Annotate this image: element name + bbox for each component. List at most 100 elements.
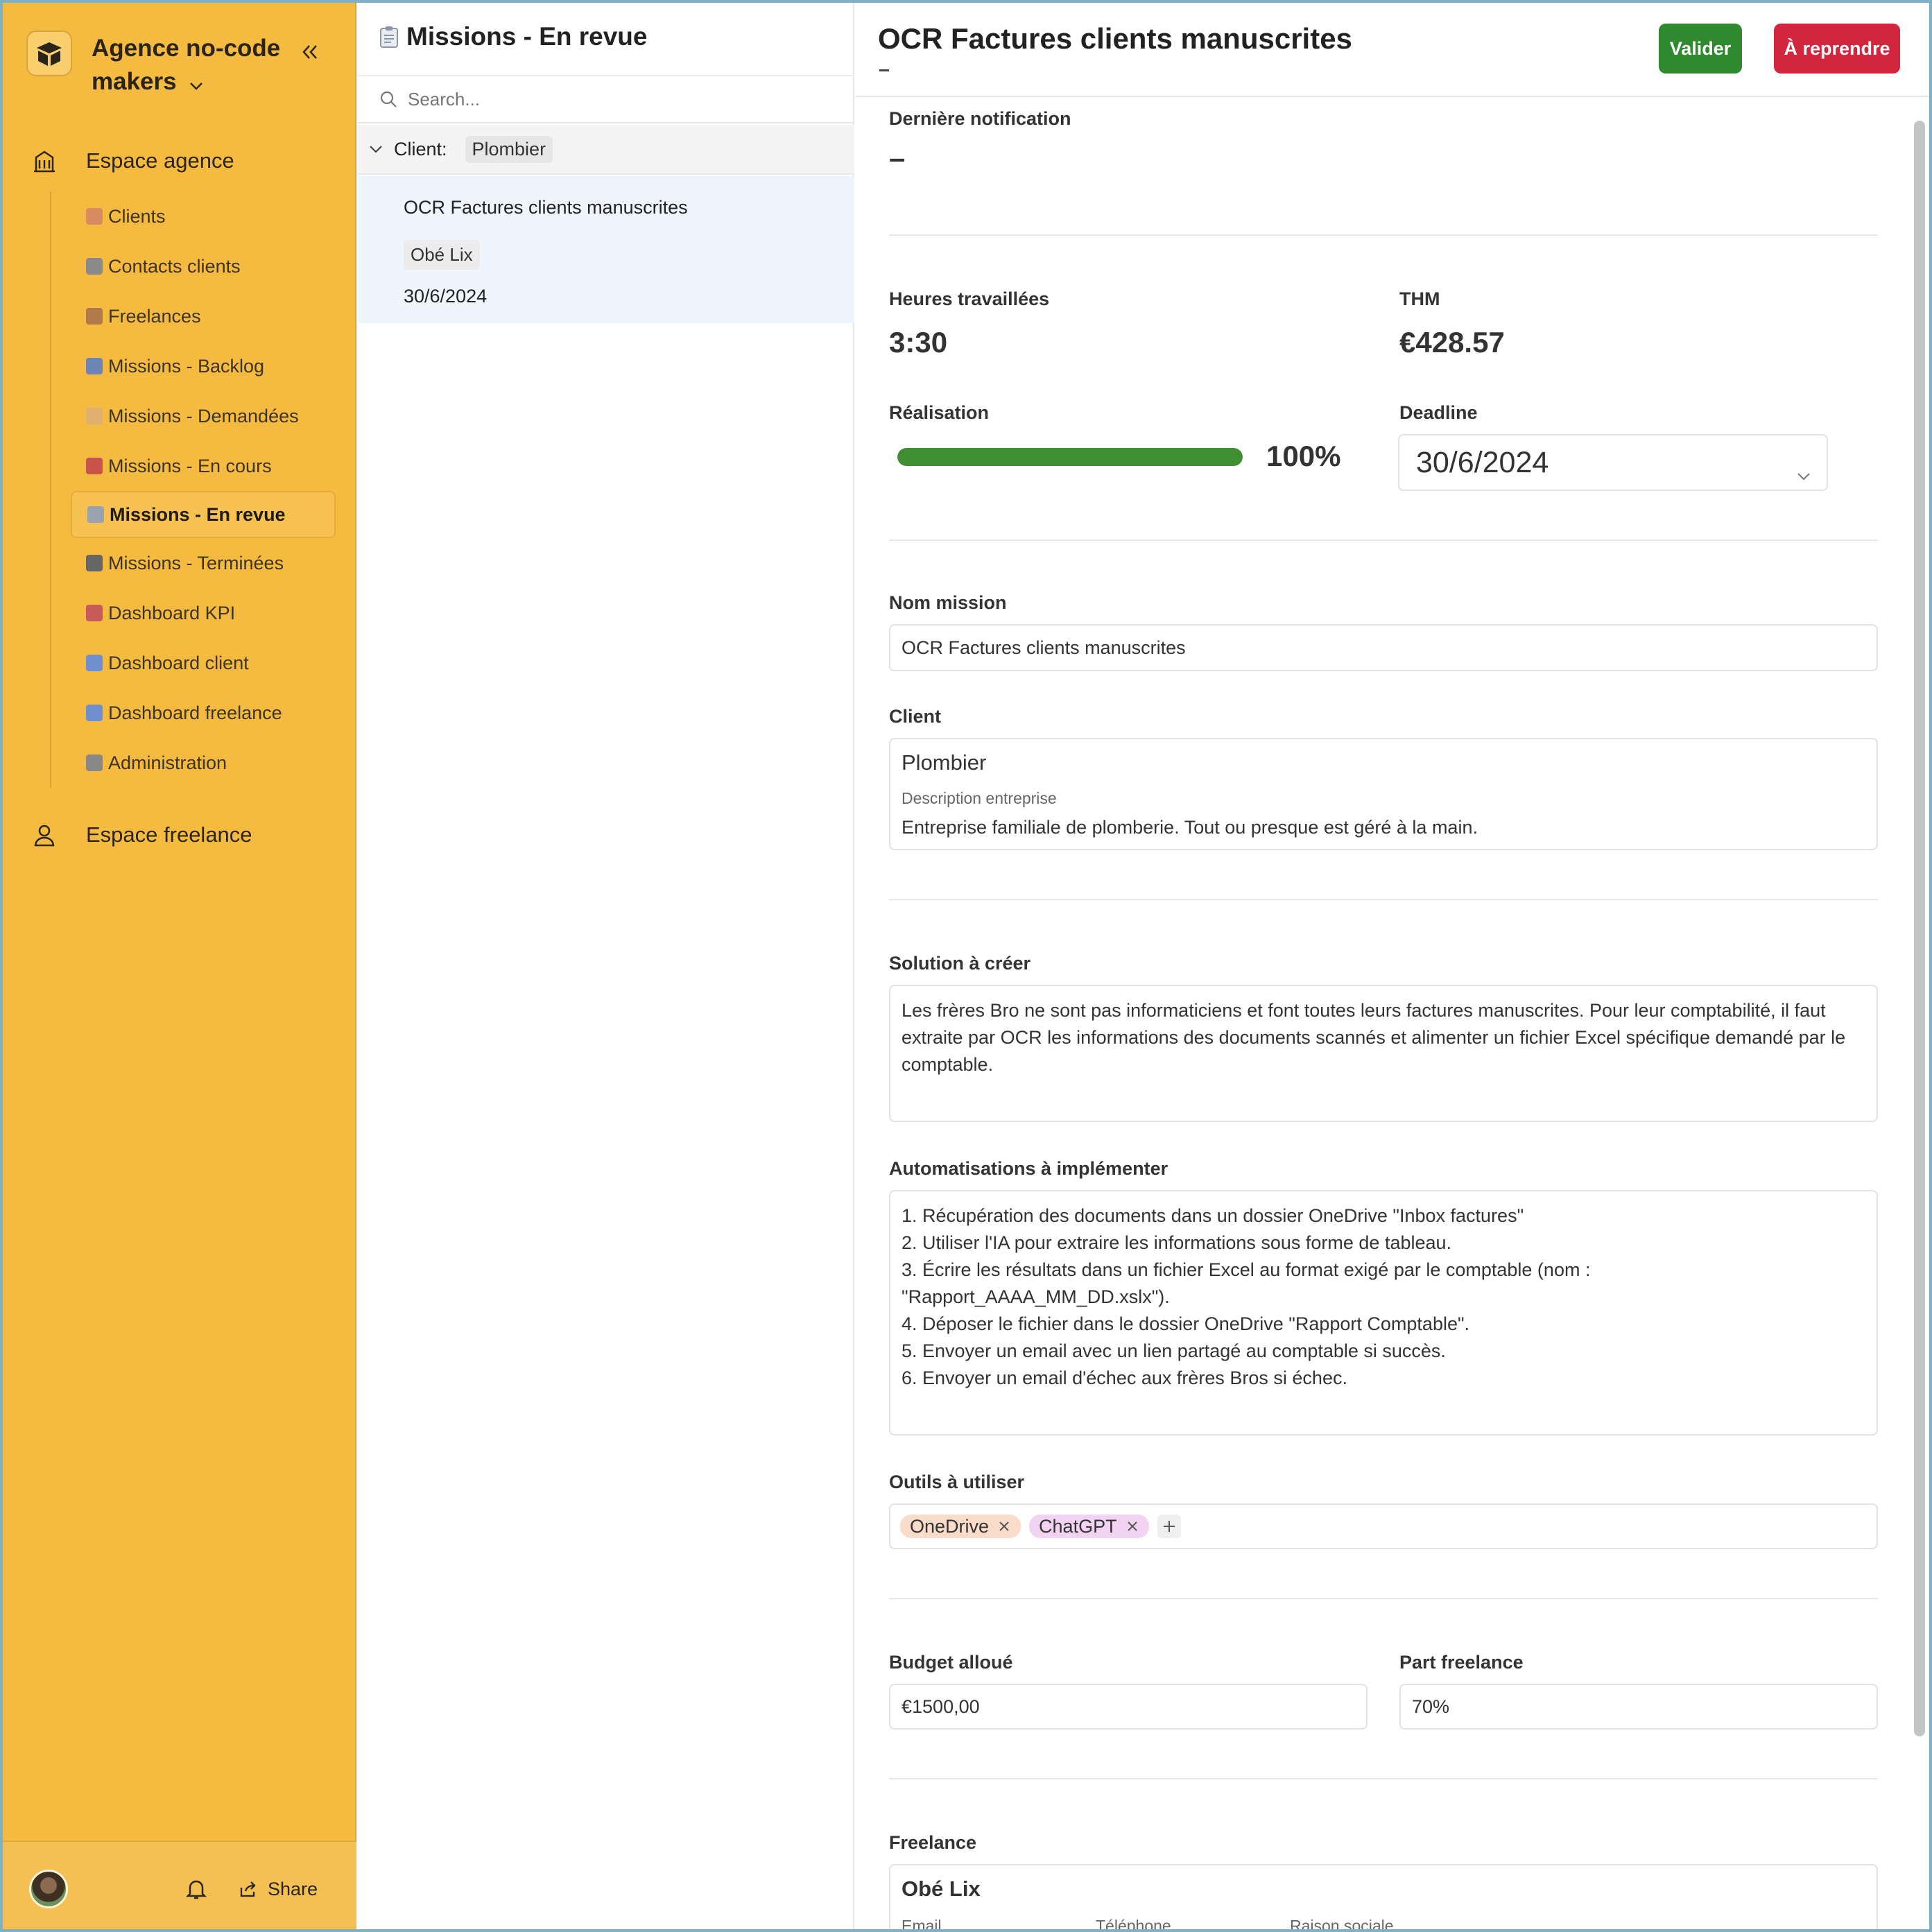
sidebar-item-dashboard-freelance[interactable]: Dashboard freelance xyxy=(51,688,336,738)
tool-tag-chatgpt[interactable]: ChatGPT xyxy=(1029,1515,1149,1538)
workspace-name-text: Agence no-code makers xyxy=(92,35,281,95)
bell-icon[interactable] xyxy=(185,1878,209,1901)
search-input[interactable] xyxy=(408,88,824,110)
collapse-sidebar-icon[interactable] xyxy=(298,40,326,68)
mission-name-field[interactable]: OCR Factures clients manuscrites xyxy=(889,624,1878,671)
record-title: OCR Factures clients manuscrites xyxy=(404,197,688,218)
tool-tag-onedrive[interactable]: OneDrive xyxy=(900,1515,1021,1538)
rework-button[interactable]: À reprendre xyxy=(1774,24,1900,74)
deadline-label: Deadline xyxy=(1399,402,1478,423)
client-description: Entreprise familiale de plomberie. Tout … xyxy=(902,817,1478,838)
sidebar-item-label: Clients xyxy=(108,205,166,227)
person-icon xyxy=(86,258,103,275)
tool-tag-label: ChatGPT xyxy=(1039,1515,1117,1537)
chevron-down-icon xyxy=(1796,455,1811,489)
user-icon xyxy=(31,821,58,849)
file-cabinet-icon xyxy=(86,555,103,571)
divider xyxy=(889,1778,1878,1779)
add-tool-icon[interactable] xyxy=(1157,1515,1181,1538)
detail-header: OCR Factures clients manuscrites Valider… xyxy=(856,3,1929,97)
chevron-down-icon[interactable] xyxy=(368,141,384,157)
part-freelance-field[interactable]: 70% xyxy=(1399,1684,1878,1730)
automation-line: 3. Écrire les résultats dans un fichier … xyxy=(902,1259,1591,1280)
sidebar-item-dashboard-kpi[interactable]: Dashboard KPI xyxy=(51,588,336,638)
freelance-company-label: Raison sociale xyxy=(1290,1917,1394,1932)
technologist-icon xyxy=(86,308,103,325)
hours-value: 3:30 xyxy=(889,326,948,359)
client-label: Client xyxy=(889,706,942,727)
sidebar-item-missions-en-cours[interactable]: Missions - En cours xyxy=(51,441,336,491)
sidebar-item-freelances[interactable]: Freelances xyxy=(51,291,336,341)
bar-chart-icon xyxy=(86,655,103,671)
solution-label: Solution à créer xyxy=(889,953,1031,974)
close-icon[interactable] xyxy=(1125,1519,1139,1533)
group-value-chip: Plombier xyxy=(465,135,553,163)
automation-line: 4. Déposer le fichier dans le dossier On… xyxy=(902,1313,1470,1334)
divider xyxy=(889,899,1878,900)
tool-tag-label: OneDrive xyxy=(910,1515,990,1537)
sidebar-item-label: Administration xyxy=(108,752,227,773)
sidebar-item-dashboard-client[interactable]: Dashboard client xyxy=(51,638,336,688)
part-freelance-value: 70% xyxy=(1412,1696,1450,1717)
sidebar-item-contacts-clients[interactable]: Contacts clients xyxy=(51,241,336,291)
automation-line: 1. Récupération des documents dans un do… xyxy=(902,1205,1524,1226)
sidebar-item-missions-demandees[interactable]: Missions - Demandées xyxy=(51,391,336,441)
record-date: 30/6/2024 xyxy=(404,286,488,307)
divider xyxy=(889,234,1878,236)
section-espace-freelance[interactable]: Espace freelance xyxy=(31,814,336,856)
close-icon[interactable] xyxy=(997,1519,1011,1533)
client-card[interactable]: Plombier Description entreprise Entrepri… xyxy=(889,738,1878,850)
scrollbar[interactable] xyxy=(1914,121,1925,1736)
page-title: OCR Factures clients manuscrites xyxy=(878,22,1352,55)
client-description-label: Description entreprise xyxy=(902,789,1057,807)
sidebar-item-label: Contacts clients xyxy=(108,255,241,277)
sidebar-item-label: Dashboard client xyxy=(108,652,249,673)
list-title-text: Missions - En revue xyxy=(406,22,648,51)
automation-line: "Rapport_AAAA_MM_DD.xslx"). xyxy=(902,1286,1170,1307)
clipboard-icon xyxy=(87,506,104,523)
deadline-select[interactable]: 30/6/2024 xyxy=(1398,434,1828,491)
group-label: Client: xyxy=(394,138,447,159)
last-notification-label: Dernière notification xyxy=(889,108,1071,129)
thm-value: €428.57 xyxy=(1399,326,1505,359)
sidebar-item-label: Missions - Demandées xyxy=(108,405,299,426)
validate-button[interactable]: Valider xyxy=(1659,24,1742,74)
divider xyxy=(889,540,1878,541)
list-item[interactable]: OCR Factures clients manuscrites Obé Lix… xyxy=(358,176,854,323)
sidebar-item-label: Freelances xyxy=(108,305,201,327)
inbox-tray-icon xyxy=(86,358,103,374)
sidebar-item-label: Missions - En cours xyxy=(108,455,272,476)
list-title: Missions - En revue xyxy=(379,22,648,51)
sidebar-item-clients[interactable]: Clients xyxy=(51,191,336,241)
share-button[interactable]: Share xyxy=(239,1874,318,1904)
clipboard-icon xyxy=(379,25,399,49)
tools-label: Outils à utiliser xyxy=(889,1472,1025,1492)
share-label: Share xyxy=(268,1878,318,1899)
automations-label: Automatisations à implémenter xyxy=(889,1158,1168,1179)
sidebar-item-administration[interactable]: Administration xyxy=(51,738,336,788)
freelance-card[interactable]: Obé Lix Email Téléphone Raison sociale xyxy=(889,1864,1878,1932)
automation-line: 5. Envoyer un email avec un lien partagé… xyxy=(902,1340,1446,1361)
avatar[interactable] xyxy=(29,1870,68,1908)
sidebar-item-missions-terminees[interactable]: Missions - Terminées xyxy=(51,538,336,588)
budget-value: €1500,00 xyxy=(902,1696,980,1717)
sidebar-item-missions-backlog[interactable]: Missions - Backlog xyxy=(51,341,336,391)
automations-textarea[interactable]: 1. Récupération des documents dans un do… xyxy=(889,1190,1878,1435)
tools-field[interactable]: OneDrive ChatGPT xyxy=(889,1503,1878,1549)
sidebar-item-label: Missions - En revue xyxy=(110,503,286,525)
deadline-value: 30/6/2024 xyxy=(1416,445,1549,479)
freelance-name: Obé Lix xyxy=(902,1877,981,1901)
budget-field[interactable]: €1500,00 xyxy=(889,1684,1368,1730)
sidebar-item-label: Dashboard KPI xyxy=(108,602,236,623)
share-icon xyxy=(240,1881,256,1897)
workspace-header[interactable]: Agence no-code makers xyxy=(26,31,331,107)
realisation-progress-bar xyxy=(897,448,1243,466)
section-espace-agence[interactable]: Espace agence xyxy=(31,140,336,182)
group-header[interactable]: Client: Plombier xyxy=(358,125,854,175)
sidebar-item-label: Missions - Terminées xyxy=(108,552,284,573)
workspace-name[interactable]: Agence no-code makers xyxy=(92,32,300,100)
sidebar-item-label: Missions - Backlog xyxy=(108,355,265,377)
solution-textarea[interactable]: Les frères Bro ne sont pas informaticien… xyxy=(889,985,1878,1122)
search-icon xyxy=(380,91,397,107)
sidebar-item-missions-en-revue[interactable]: Missions - En revue xyxy=(71,491,336,538)
